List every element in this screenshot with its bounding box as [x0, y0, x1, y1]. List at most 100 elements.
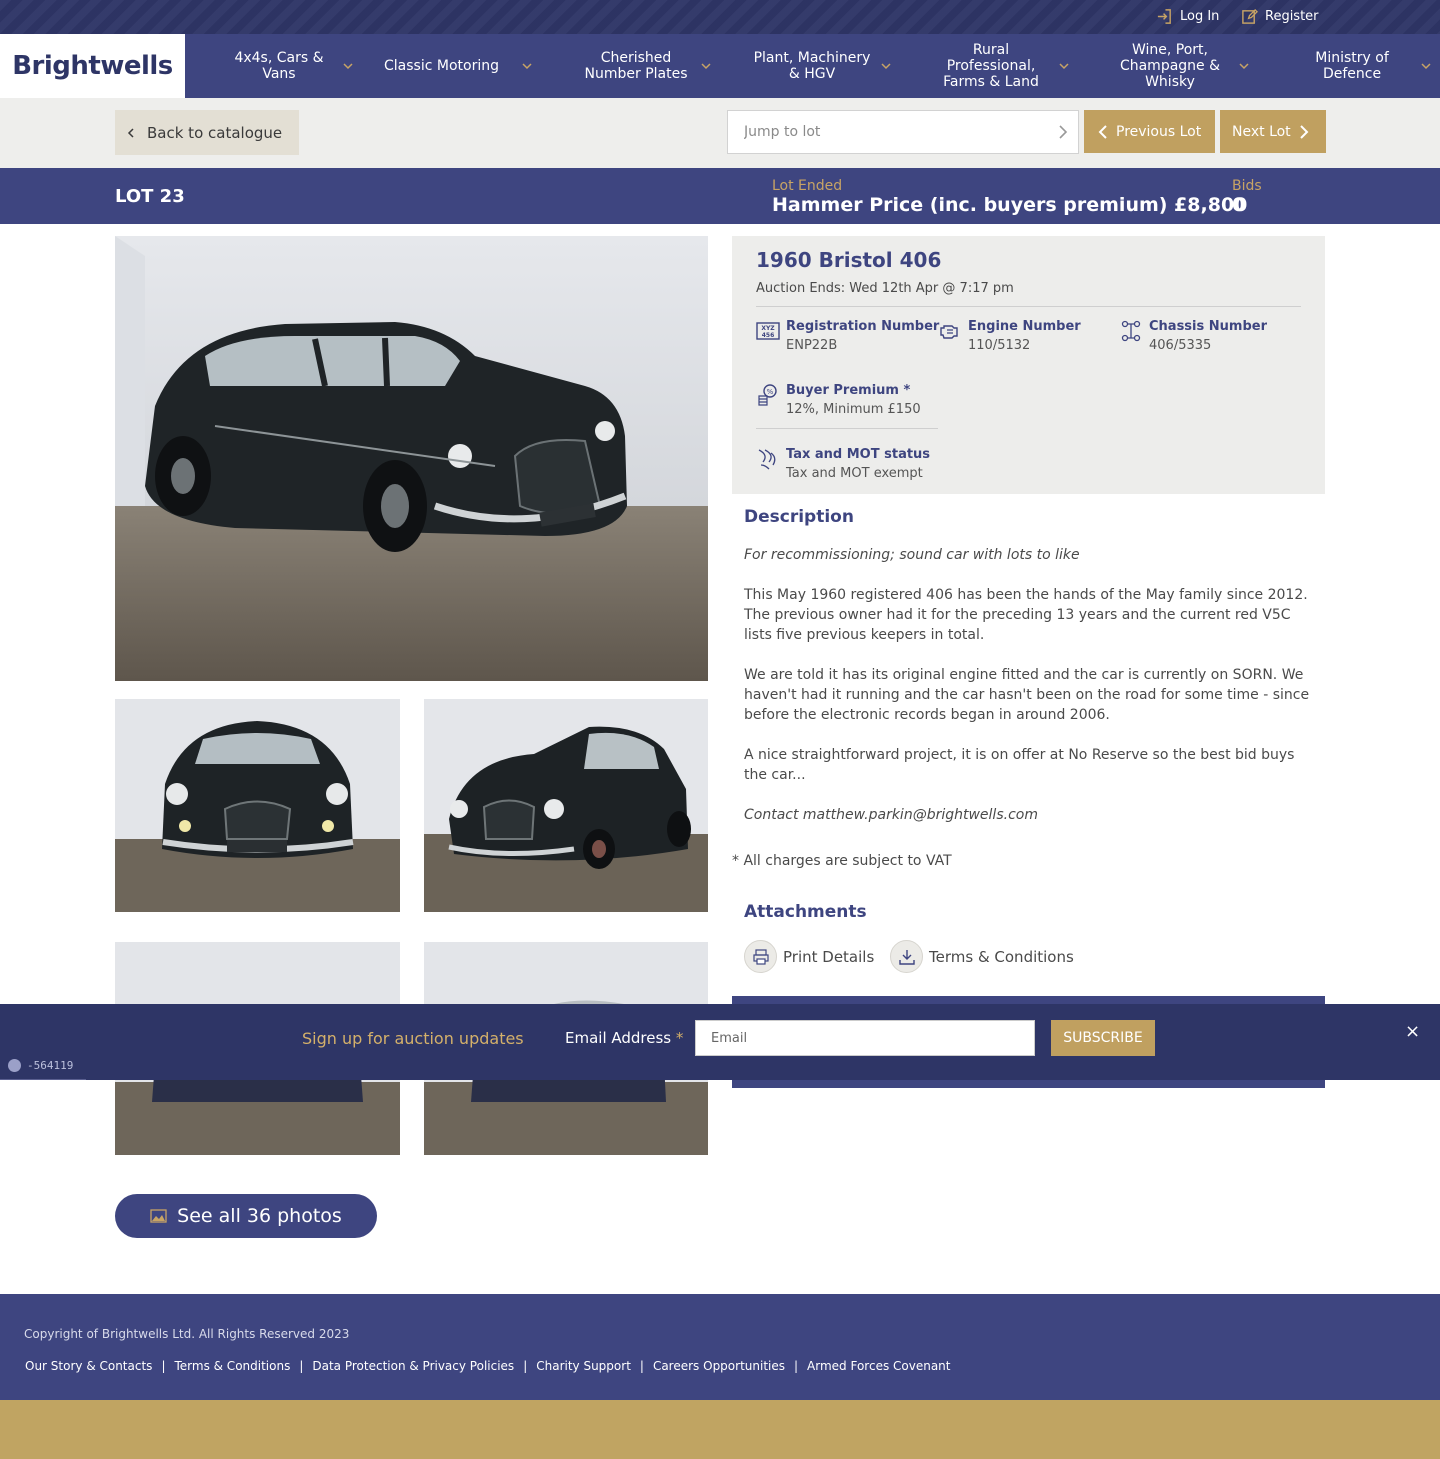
footer-separator: | — [639, 1359, 644, 1373]
nav-item-label: Classic Motoring — [384, 58, 499, 74]
next-lot-button[interactable]: Next Lot — [1220, 110, 1326, 153]
chevron-down-icon — [1239, 63, 1249, 70]
chassis-icon — [1121, 320, 1141, 342]
footer: Copyright of Brightwells Ltd. All Rights… — [0, 1294, 1440, 1400]
newsletter-signup-bar: Sign up for auction updates Email Addres… — [0, 1004, 1440, 1080]
photo-thumbnail[interactable] — [115, 699, 400, 912]
nav-item-plant-machinery[interactable]: Plant, Machinery & HGV — [732, 34, 892, 98]
photo-thumbnail[interactable] — [424, 699, 708, 912]
back-to-catalogue-button[interactable]: Back to catalogue — [115, 110, 299, 155]
divider — [756, 428, 938, 429]
nav-item-label: Rural Professional, Farms & Land — [943, 42, 1039, 90]
hammer-price: Hammer Price (inc. buyers premium) £8,80… — [772, 194, 1248, 216]
footer-link-careers[interactable]: Careers Opportunities — [653, 1359, 785, 1373]
chevron-left-icon — [127, 127, 134, 138]
spec-label: Engine Number — [968, 319, 1081, 334]
footer-separator: | — [523, 1359, 528, 1373]
engine-icon — [940, 325, 958, 339]
nav-item-rural[interactable]: Rural Professional, Farms & Land — [912, 34, 1070, 98]
svg-text:456: 456 — [762, 332, 775, 339]
spec-engine: Engine Number 110/5132 — [938, 319, 1118, 359]
spec-label: Registration Number — [786, 319, 940, 334]
edit-icon — [1242, 8, 1258, 24]
chevron-down-icon — [881, 63, 891, 70]
next-lot-label: Next Lot — [1232, 123, 1291, 140]
number-plate-icon: XYZ456 — [756, 322, 780, 340]
nav-item-cars[interactable]: 4x4s, Cars & Vans — [204, 34, 354, 98]
login-link[interactable]: Log In — [1156, 8, 1219, 25]
lot-navigation-bar: Back to catalogue Previous Lot Next Lot — [0, 98, 1440, 168]
print-details-link[interactable]: Print Details — [744, 940, 874, 973]
terms-conditions-label: Terms & Conditions — [929, 947, 1074, 966]
auction-ends: Auction Ends: Wed 12th Apr @ 7:17 pm — [756, 281, 1014, 296]
register-link[interactable]: Register — [1241, 8, 1319, 25]
nav-item-label: Wine, Port, Champagne & Whisky — [1119, 42, 1221, 90]
footer-link-privacy[interactable]: Data Protection & Privacy Policies — [312, 1359, 514, 1373]
description-contact: Contact matthew.parkin@brightwells.com — [744, 807, 1038, 823]
nav-item-number-plates[interactable]: Cherished Number Plates — [560, 34, 712, 98]
email-address-label: Email Address * — [565, 1029, 683, 1047]
nav-item-classic-motoring[interactable]: Classic Motoring — [370, 34, 533, 98]
bids-count: 0 — [1232, 194, 1246, 216]
footer-link-terms[interactable]: Terms & Conditions — [174, 1359, 290, 1373]
chevron-right-icon[interactable] — [1056, 124, 1070, 140]
login-icon — [1157, 9, 1171, 24]
road-icon — [758, 449, 776, 470]
attachments-heading: Attachments — [744, 902, 867, 922]
jump-to-lot — [727, 110, 1079, 154]
download-icon — [890, 940, 923, 973]
nav-item-label: Cherished Number Plates — [584, 50, 688, 82]
print-details-label: Print Details — [783, 947, 875, 966]
footer-accent-bar — [0, 1400, 1440, 1459]
status-dot-icon — [8, 1058, 21, 1072]
nav-item-label: Plant, Machinery & HGV — [753, 50, 871, 82]
divider — [756, 306, 1301, 307]
subscribe-button[interactable]: SUBSCRIBE — [1051, 1020, 1155, 1056]
svg-text:%: % — [767, 388, 774, 396]
description-paragraph: This May 1960 registered 406 has been th… — [744, 587, 1308, 643]
chevron-right-icon — [1299, 124, 1309, 139]
terms-conditions-link[interactable]: Terms & Conditions — [890, 940, 1074, 973]
footer-link-charity[interactable]: Charity Support — [536, 1359, 631, 1373]
see-all-photos-label: See all 36 photos — [177, 1205, 342, 1227]
coins-percent-icon: % — [758, 384, 777, 406]
debug-badge[interactable]: -564119 — [0, 1051, 86, 1080]
description-body: For recommissioning; sound car with lots… — [744, 545, 1314, 845]
logo-text: Brightwells — [12, 51, 173, 81]
see-all-photos-button[interactable]: See all 36 photos — [115, 1194, 377, 1238]
printer-icon — [744, 940, 777, 973]
debug-badge-text: -564119 — [27, 1058, 74, 1072]
footer-separator: | — [299, 1359, 304, 1373]
nav-item-ministry-of-defence[interactable]: Ministry of Defence — [1272, 34, 1432, 98]
main-photo[interactable] — [115, 236, 708, 681]
lot-status-strip: LOT 23 Lot Ended Hammer Price (inc. buye… — [0, 168, 1440, 224]
chevron-down-icon — [522, 63, 532, 70]
footer-links: Our Story & Contacts | Terms & Condition… — [25, 1359, 951, 1373]
spec-value: Tax and MOT exempt — [786, 466, 923, 481]
previous-lot-button[interactable]: Previous Lot — [1084, 110, 1215, 153]
close-icon[interactable]: × — [1405, 1021, 1420, 1042]
spec-buyer-premium: % Buyer Premium * 12%, Minimum £150 — [756, 383, 936, 423]
chevron-left-icon — [1098, 124, 1107, 139]
spec-label: Chassis Number — [1149, 319, 1267, 334]
chevron-down-icon — [1059, 63, 1069, 70]
login-label: Log In — [1180, 9, 1220, 24]
image-icon — [150, 1209, 167, 1223]
email-field[interactable] — [695, 1020, 1035, 1056]
chevron-down-icon — [343, 63, 353, 70]
required-mark: * — [675, 1029, 684, 1047]
spec-value: 12%, Minimum £150 — [786, 402, 921, 417]
back-label: Back to catalogue — [147, 123, 283, 142]
footer-link-armed-forces[interactable]: Armed Forces Covenant — [807, 1359, 950, 1373]
spec-value: ENP22B — [786, 338, 838, 353]
nav-item-wine[interactable]: Wine, Port, Champagne & Whisky — [1090, 34, 1250, 98]
description-paragraph: A nice straightforward project, it is on… — [744, 747, 1295, 783]
vehicle-title: 1960 Bristol 406 — [756, 248, 942, 272]
spec-value: 110/5132 — [968, 338, 1031, 353]
jump-to-lot-input[interactable] — [728, 111, 1028, 153]
brand-logo[interactable]: Brightwells — [0, 34, 185, 98]
footer-link-our-story[interactable]: Our Story & Contacts — [25, 1359, 152, 1373]
description-paragraph: We are told it has its original engine f… — [744, 667, 1310, 723]
lot-number: LOT 23 — [115, 186, 185, 207]
top-utility-bar: Log In Register — [0, 0, 1440, 34]
